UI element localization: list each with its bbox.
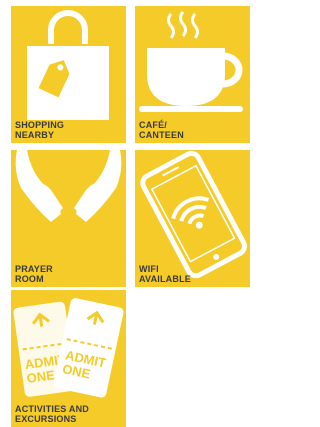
tile-label: PRAYER ROOM xyxy=(15,264,53,284)
tile-shopping-nearby[interactable]: SHOPPING NEARBY xyxy=(11,6,126,143)
tile-wifi-available[interactable]: WIFI AVAILABLE xyxy=(135,150,250,287)
tile-label: WIFI AVAILABLE xyxy=(139,264,191,284)
tile-label: SHOPPING NEARBY xyxy=(15,120,65,140)
tile-activities-excursions[interactable]: ADMIT ONE ADMIT ONE ACTIVITIES AND EXCUR… xyxy=(11,290,126,427)
tile-label: ACTIVITIES AND EXCURSIONS xyxy=(15,404,89,424)
tile-prayer-room[interactable]: PRAYER ROOM xyxy=(11,150,126,287)
tile-cafe-canteen[interactable]: CAFÉ/ CANTEEN xyxy=(135,6,250,143)
tile-label: CAFÉ/ CANTEEN xyxy=(139,120,184,140)
